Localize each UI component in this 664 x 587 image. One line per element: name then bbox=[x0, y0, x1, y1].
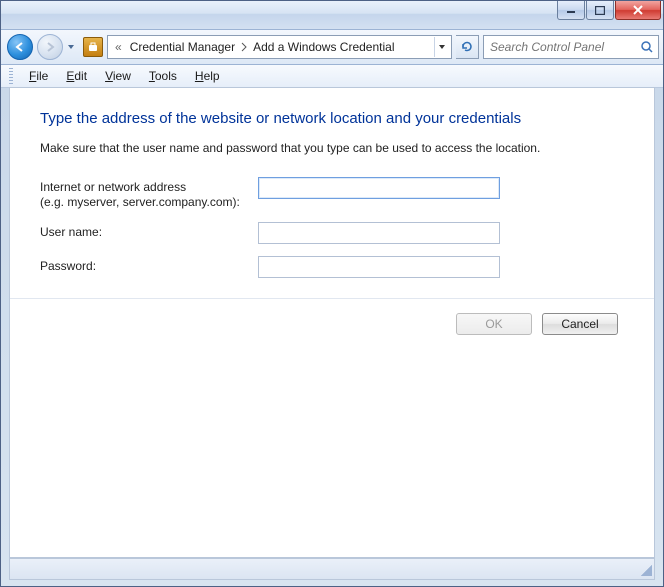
row-password: Password: bbox=[40, 256, 624, 278]
maximize-button[interactable] bbox=[586, 1, 614, 20]
menu-tools[interactable]: Tools bbox=[141, 67, 185, 85]
maximize-icon bbox=[595, 6, 605, 15]
menu-edit[interactable]: Edit bbox=[58, 67, 95, 85]
minimize-icon bbox=[566, 6, 576, 14]
close-button[interactable] bbox=[615, 1, 661, 20]
username-input[interactable] bbox=[258, 222, 500, 244]
minimize-button[interactable] bbox=[557, 1, 585, 20]
resize-grip[interactable] bbox=[638, 562, 652, 576]
arrow-left-icon bbox=[13, 40, 27, 54]
address-bar[interactable]: « Credential Manager Add a Windows Crede… bbox=[107, 35, 452, 59]
search-box[interactable] bbox=[483, 35, 659, 59]
status-bar bbox=[9, 558, 655, 580]
window-frame: « Credential Manager Add a Windows Crede… bbox=[0, 0, 664, 587]
nav-history-dropdown[interactable] bbox=[67, 42, 75, 52]
password-input[interactable] bbox=[258, 256, 500, 278]
divider bbox=[10, 298, 654, 299]
refresh-button[interactable] bbox=[456, 35, 479, 59]
cancel-button[interactable]: Cancel bbox=[542, 313, 618, 335]
menu-help[interactable]: Help bbox=[187, 67, 228, 85]
toolbar-gripper[interactable] bbox=[9, 68, 13, 84]
credential-manager-icon bbox=[83, 37, 103, 57]
title-bar bbox=[1, 1, 663, 30]
address-input[interactable] bbox=[258, 177, 500, 199]
search-icon bbox=[640, 40, 654, 54]
button-row: OK Cancel bbox=[40, 313, 624, 335]
menu-file[interactable]: File bbox=[21, 67, 56, 85]
menu-bar: File Edit View Tools Help File Edit View… bbox=[1, 65, 663, 88]
forward-button[interactable] bbox=[37, 34, 63, 60]
chevron-right-icon bbox=[240, 42, 248, 52]
content-pane: Type the address of the website or netwo… bbox=[9, 87, 655, 558]
breadcrumb-prefix: « bbox=[112, 40, 125, 54]
ok-button[interactable]: OK bbox=[456, 313, 532, 335]
address-dropdown[interactable] bbox=[434, 37, 449, 57]
row-username: User name: bbox=[40, 222, 624, 244]
search-input[interactable] bbox=[488, 39, 622, 55]
refresh-icon bbox=[460, 40, 474, 54]
password-label: Password: bbox=[40, 256, 258, 274]
breadcrumb-segment-2[interactable]: Add a Windows Credential bbox=[250, 38, 397, 56]
back-button[interactable] bbox=[7, 34, 33, 60]
breadcrumb-segment-1[interactable]: Credential Manager bbox=[127, 38, 238, 56]
nav-bar: « Credential Manager Add a Windows Crede… bbox=[1, 30, 663, 65]
page-intro: Make sure that the user name and passwor… bbox=[40, 141, 624, 155]
chevron-down-icon bbox=[438, 43, 446, 51]
arrow-right-icon bbox=[43, 40, 57, 54]
close-icon bbox=[632, 5, 644, 15]
menu-view[interactable]: View bbox=[97, 67, 139, 85]
username-label: User name: bbox=[40, 222, 258, 240]
address-label: Internet or network address (e.g. myserv… bbox=[40, 177, 258, 210]
row-address: Internet or network address (e.g. myserv… bbox=[40, 177, 624, 210]
page-title: Type the address of the website or netwo… bbox=[40, 110, 624, 127]
